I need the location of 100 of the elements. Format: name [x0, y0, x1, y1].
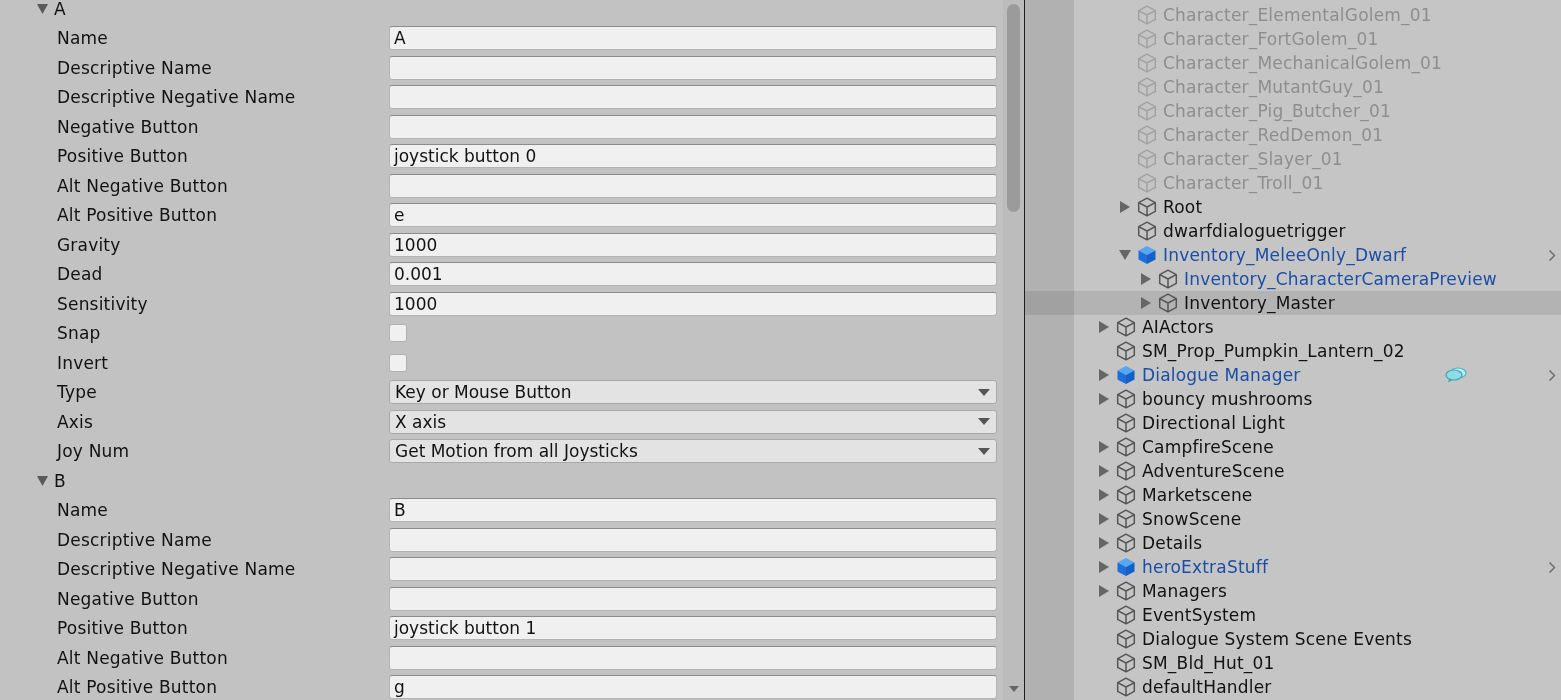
hierarchy-item[interactable]: defaultHandler: [1025, 675, 1561, 699]
text-field[interactable]: e: [389, 203, 997, 228]
hierarchy-item[interactable]: SnowScene: [1025, 507, 1561, 531]
hierarchy-item[interactable]: Inventory_CharacterCameraPreview: [1025, 267, 1561, 291]
cube-icon: [1116, 317, 1136, 337]
foldout-header[interactable]: B: [37, 470, 66, 491]
hierarchy-item[interactable]: AIActors: [1025, 315, 1561, 339]
caret-right-icon[interactable]: [1099, 321, 1109, 333]
text-field[interactable]: [389, 586, 997, 611]
checkbox[interactable]: [389, 324, 407, 343]
caret-right-icon[interactable]: [1141, 297, 1151, 309]
hierarchy-item[interactable]: Dialogue Manager: [1025, 363, 1561, 387]
cube-icon: [1116, 533, 1136, 553]
caret-right-icon[interactable]: [1099, 537, 1109, 549]
field-label: Gravity: [57, 234, 122, 255]
cube-icon: [1116, 413, 1136, 433]
text-field[interactable]: joystick button 1: [389, 616, 997, 641]
field-label: Invert: [57, 352, 110, 373]
cube-icon: [1116, 677, 1136, 697]
field-label: Type: [57, 382, 98, 403]
cube-icon: [1137, 221, 1157, 241]
cube-icon: [1116, 461, 1136, 481]
text-field[interactable]: joystick button 0: [389, 144, 997, 169]
hierarchy-item[interactable]: dwarfdialoguetrigger: [1025, 219, 1561, 243]
hierarchy-item[interactable]: Root: [1025, 195, 1561, 219]
text-field[interactable]: 1000: [389, 291, 997, 316]
cube-icon: [1137, 149, 1157, 169]
hierarchy-item[interactable]: Directional Light: [1025, 411, 1561, 435]
cube-icon: [1137, 77, 1157, 97]
caret-right-icon[interactable]: [1099, 585, 1109, 597]
caret-right-icon[interactable]: [1099, 369, 1109, 381]
text-field[interactable]: g: [389, 675, 997, 700]
caret-down-icon[interactable]: [1119, 250, 1131, 260]
caret-right-icon[interactable]: [1099, 513, 1109, 525]
cube-icon: [1137, 29, 1157, 49]
hierarchy-item[interactable]: EventSystem: [1025, 603, 1561, 627]
caret-down-icon: [978, 418, 990, 426]
hierarchy-item[interactable]: Inventory_MeleeOnly_Dwarf: [1025, 243, 1561, 267]
text-field[interactable]: A: [389, 26, 997, 51]
cube-icon: [1137, 197, 1157, 217]
text-field[interactable]: [389, 527, 997, 552]
text-field[interactable]: [389, 173, 997, 198]
cube-icon: [1116, 485, 1136, 505]
field-label: Negative Button: [57, 588, 200, 609]
caret-right-icon[interactable]: [1099, 489, 1109, 501]
field-label: Negative Button: [57, 116, 200, 137]
caret-right-icon[interactable]: [1099, 465, 1109, 477]
checkbox[interactable]: [389, 353, 407, 372]
field-label: Positive Button: [57, 618, 189, 639]
hierarchy-item[interactable]: SM_Bld_Hut_01: [1025, 651, 1561, 675]
field-label: Descriptive Name: [57, 529, 213, 550]
text-field[interactable]: B: [389, 498, 997, 523]
cube-icon: [1158, 293, 1178, 313]
caret-right-icon[interactable]: [1099, 441, 1109, 453]
field-label: Descriptive Negative Name: [57, 87, 297, 108]
field-label: Descriptive Name: [57, 57, 213, 78]
hierarchy-item[interactable]: Marketscene: [1025, 483, 1561, 507]
foldout-header[interactable]: A: [37, 0, 66, 19]
hierarchy-item[interactable]: Dialogue System Scene Events: [1025, 627, 1561, 651]
hierarchy-item[interactable]: Managers: [1025, 579, 1561, 603]
hierarchy-item[interactable]: Details: [1025, 531, 1561, 555]
field-label: Sensitivity: [57, 293, 149, 314]
hierarchy-item[interactable]: AdventureScene: [1025, 459, 1561, 483]
hierarchy-item[interactable]: bouncy mushrooms: [1025, 387, 1561, 411]
hierarchy-item[interactable]: CampfireScene: [1025, 435, 1561, 459]
caret-down-icon[interactable]: [1008, 686, 1019, 692]
field-label: Alt Negative Button: [57, 175, 229, 196]
chevron-right-icon[interactable]: [1548, 368, 1556, 382]
dropdown[interactable]: Get Motion from all Joysticks: [389, 439, 997, 464]
field-label: Snap: [57, 323, 102, 344]
cube-icon: [1116, 389, 1136, 409]
dropdown[interactable]: Key or Mouse Button: [389, 380, 997, 405]
scrollbar-thumb[interactable]: [1007, 4, 1020, 212]
field-label: Alt Positive Button: [57, 677, 219, 698]
text-field[interactable]: [389, 114, 997, 139]
caret-right-icon[interactable]: [1141, 273, 1151, 285]
field-label: Name: [57, 500, 109, 521]
cube-icon: [1116, 341, 1136, 361]
dropdown[interactable]: X axis: [389, 409, 997, 434]
text-field[interactable]: 1000: [389, 232, 997, 257]
caret-right-icon[interactable]: [1120, 201, 1130, 213]
text-field[interactable]: [389, 645, 997, 670]
caret-right-icon[interactable]: [1099, 561, 1109, 573]
hierarchy-item[interactable]: SM_Prop_Pumpkin_Lantern_02: [1025, 339, 1561, 363]
field-label: Positive Button: [57, 146, 189, 167]
cube-icon: [1137, 173, 1157, 193]
chevron-right-icon[interactable]: [1548, 248, 1556, 262]
cube-icon: [1116, 629, 1136, 649]
caret-down-icon: [978, 388, 990, 396]
hierarchy-item[interactable]: heroExtraStuff: [1025, 555, 1561, 579]
text-field[interactable]: 0.001: [389, 262, 997, 287]
hierarchy-item[interactable]: Inventory_Master: [1025, 291, 1561, 315]
chevron-right-icon[interactable]: [1548, 560, 1556, 574]
text-field[interactable]: [389, 55, 997, 80]
text-field[interactable]: [389, 85, 997, 110]
caret-right-icon[interactable]: [1099, 393, 1109, 405]
field-label: Dead: [57, 264, 104, 285]
cube-icon: [1137, 101, 1157, 121]
cube-icon: [1116, 653, 1136, 673]
text-field[interactable]: [389, 557, 997, 582]
